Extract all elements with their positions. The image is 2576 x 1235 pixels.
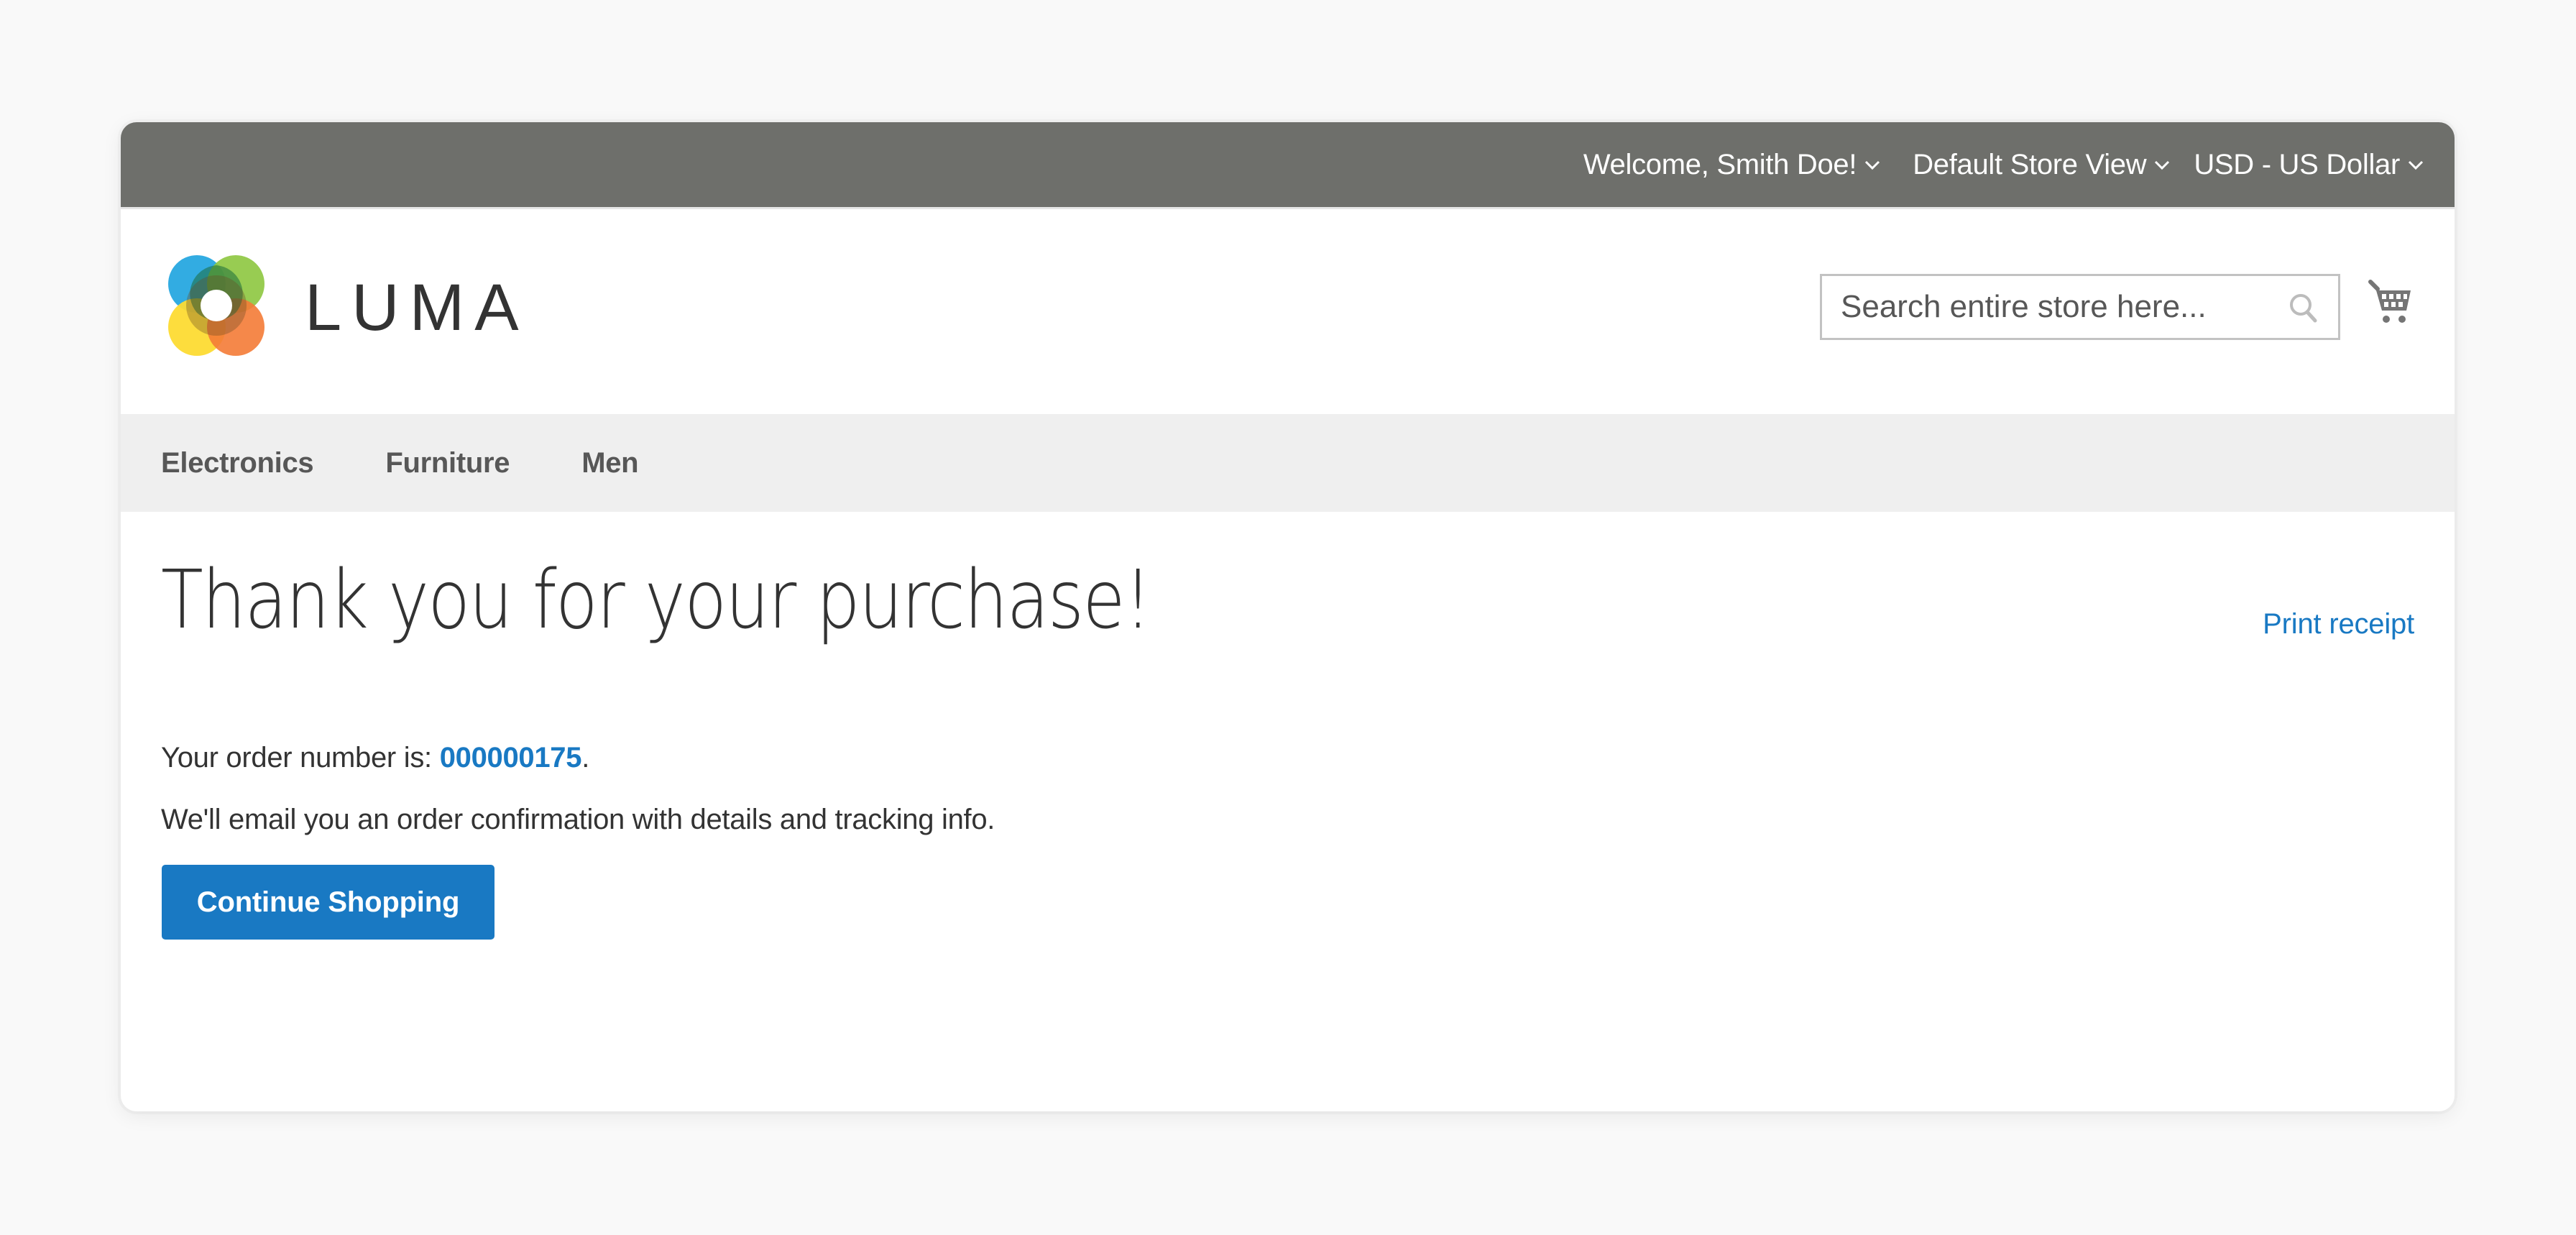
- page-title: Thank you for your purchase!: [161, 554, 1152, 647]
- welcome-text: Welcome, Smith Doe!: [1583, 148, 1857, 180]
- nav-item-men[interactable]: Men: [581, 447, 638, 479]
- page-card: Welcome, Smith Doe! Default Store View U…: [121, 122, 2455, 1111]
- order-number-link[interactable]: 000000175: [440, 742, 582, 773]
- store-switcher[interactable]: Default Store View: [1913, 149, 2174, 181]
- cart-icon[interactable]: [2368, 279, 2414, 325]
- email-notice: We'll email you an order confirmation wi…: [161, 804, 995, 835]
- nav-item-furniture[interactable]: Furniture: [385, 447, 510, 479]
- order-number-suffix: .: [581, 742, 590, 773]
- chevron-down-icon: [2404, 156, 2427, 173]
- main-navigation: Electronics Furniture Men: [121, 414, 2455, 512]
- logo-text: LUMA: [305, 271, 529, 344]
- print-receipt-link[interactable]: Print receipt: [2263, 608, 2414, 641]
- order-number-prefix: Your order number is:: [161, 742, 440, 773]
- logo-link[interactable]: LUMA: [164, 252, 529, 360]
- continue-shopping-button[interactable]: Continue Shopping: [162, 865, 494, 940]
- nav-item-electronics[interactable]: Electronics: [161, 447, 314, 479]
- chevron-down-icon: [1861, 156, 1884, 173]
- chevron-down-icon: [2150, 156, 2174, 173]
- top-panel: Welcome, Smith Doe! Default Store View U…: [121, 122, 2455, 209]
- customer-menu-toggle[interactable]: Welcome, Smith Doe!: [1583, 149, 1884, 181]
- currency-switcher[interactable]: USD - US Dollar: [2194, 149, 2427, 181]
- store-view-label: Default Store View: [1913, 148, 2147, 180]
- search-input[interactable]: [1822, 276, 2338, 338]
- currency-label: USD - US Dollar: [2194, 148, 2400, 180]
- search-box: [1820, 274, 2340, 340]
- luma-logo-icon: [168, 255, 264, 356]
- search-icon[interactable]: [2288, 292, 2319, 323]
- order-number-text: Your order number is: 000000175.: [161, 742, 589, 774]
- site-header: LUMA: [121, 211, 2455, 414]
